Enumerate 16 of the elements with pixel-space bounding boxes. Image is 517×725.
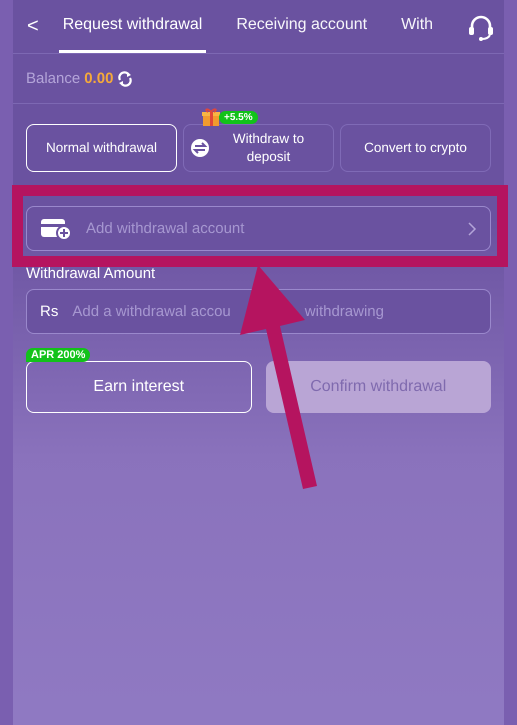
balance-amount: 0.00 xyxy=(84,70,114,87)
amount-placeholder: Add a withdrawal accou xyxy=(72,303,231,320)
amount-label: Withdrawal Amount xyxy=(26,265,156,282)
bonus-badge: +5.5% xyxy=(219,111,258,124)
withdrawal-method-button[interactable]: Convert to crypto xyxy=(340,124,491,172)
balance-label: Balance xyxy=(26,70,80,87)
apr-badge: APR 200% xyxy=(26,348,90,362)
tab[interactable]: Receiving account xyxy=(232,0,372,53)
currency-label: Rs xyxy=(40,303,58,320)
amount-field[interactable]: Rs Add a withdrawal accou withdrawing xyxy=(26,289,491,334)
tab[interactable]: Request withdrawal xyxy=(58,0,206,53)
account-placeholder: Add withdrawal account xyxy=(86,220,244,237)
tab[interactable]: With xyxy=(397,0,438,53)
withdrawal-method-button[interactable]: Normal withdrawal xyxy=(26,124,177,172)
amount-placeholder: withdrawing xyxy=(304,303,384,320)
back-button[interactable]: < xyxy=(27,0,59,53)
